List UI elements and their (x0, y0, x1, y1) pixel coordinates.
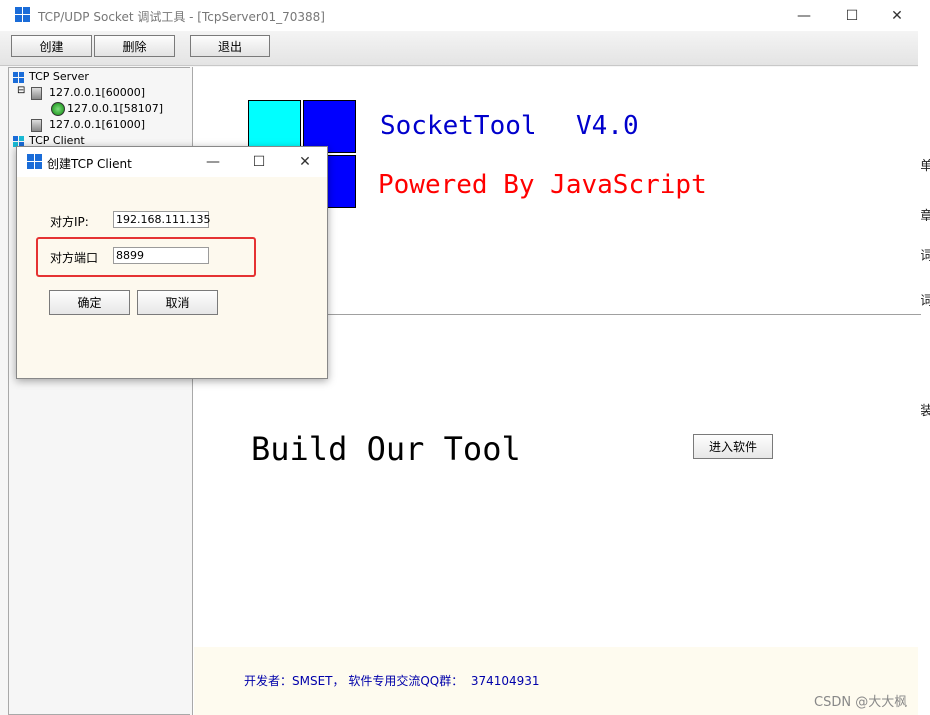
exit-button[interactable]: 退出 (190, 35, 270, 57)
port-highlight-box (36, 237, 256, 277)
minimize-icon[interactable]: — (781, 0, 827, 31)
background-glyph: 词 (920, 249, 930, 264)
slogan-text: Build Our Tool (251, 430, 521, 468)
ip-label: 对方IP: (50, 215, 89, 229)
powered-by-text: Powered By JavaScript (378, 170, 707, 200)
server-node-icon (31, 87, 42, 100)
tree-item-server-61000[interactable]: 127.0.0.1[61000] (49, 118, 145, 131)
dialog-title-bar: 创建TCP Client — ☐ ✕ (17, 147, 327, 177)
tree-item-client-58107[interactable]: 127.0.0.1[58107] (67, 102, 163, 115)
app-icon (15, 7, 31, 23)
server-node-icon (31, 119, 42, 132)
expand-collapse-icon[interactable]: ⊟ (17, 85, 25, 96)
dialog-maximize-icon[interactable]: ☐ (236, 147, 282, 177)
tree-item-server-60000[interactable]: 127.0.0.1[60000] (49, 86, 145, 99)
dialog-app-icon (27, 154, 43, 170)
watermark: CSDN @大大枫 (814, 695, 908, 710)
dialog-title: 创建TCP Client (47, 157, 132, 171)
maximize-icon[interactable]: ☐ (829, 0, 875, 31)
app-name: SocketTool (380, 111, 537, 141)
delete-button[interactable]: 删除 (94, 35, 175, 57)
connection-status-icon (51, 102, 65, 116)
title-bar: TCP/UDP Socket 调试工具 - [TcpServer01_70388… (0, 0, 918, 31)
tree-item-tcp-server[interactable]: TCP Server (29, 70, 89, 83)
ok-button[interactable]: 确定 (49, 290, 130, 315)
background-glyph: 词 (920, 294, 930, 309)
developer-info: 开发者：SMSET， 软件专用交流QQ群： 374104931 (244, 674, 540, 688)
background-glyph: 章 (920, 209, 930, 224)
footer: 开发者：SMSET， 软件专用交流QQ群： 374104931 CSDN @大大… (194, 647, 918, 715)
background-glyph: 装 (920, 404, 930, 419)
ip-input[interactable]: 192.168.111.135 (113, 211, 210, 228)
cancel-button[interactable]: 取消 (137, 290, 218, 315)
background-glyph: 单 (920, 159, 930, 174)
dialog-minimize-icon[interactable]: — (190, 147, 236, 177)
create-button[interactable]: 创建 (11, 35, 92, 57)
dialog-close-icon[interactable]: ✕ (282, 147, 328, 177)
app-version: V4.0 (576, 111, 639, 141)
close-icon[interactable]: ✕ (874, 0, 920, 31)
enter-software-button[interactable]: 进入软件 (693, 434, 773, 459)
window-title: TCP/UDP Socket 调试工具 - [TcpServer01_70388… (38, 10, 325, 24)
toolbar: 创建 删除 退出 (0, 31, 918, 66)
server-root-icon (13, 72, 25, 84)
